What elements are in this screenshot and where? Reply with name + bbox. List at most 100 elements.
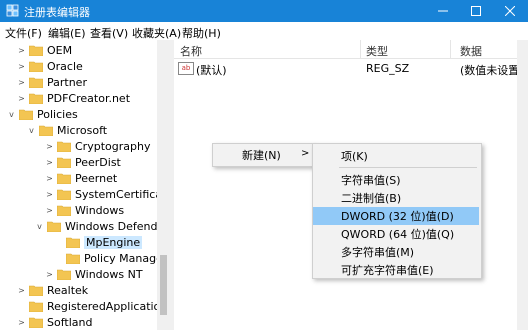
folder-icon: [66, 237, 80, 248]
value-name: (默认): [196, 64, 227, 77]
close-button[interactable]: [493, 0, 527, 22]
folder-icon: [47, 221, 61, 232]
maximize-button[interactable]: [459, 0, 493, 22]
folder-icon: [57, 141, 71, 152]
column-data[interactable]: 数据: [460, 43, 482, 59]
chevron-right-icon[interactable]: >: [45, 158, 54, 167]
tree-item[interactable]: MpEngine: [54, 234, 143, 250]
tree-item-label: Realtek: [47, 283, 89, 297]
submenu-item[interactable]: 项(K): [313, 147, 479, 165]
folder-icon: [57, 157, 71, 168]
menu-edit[interactable]: 编辑(E): [48, 25, 86, 41]
close-icon: [505, 6, 515, 16]
tree-item-label: PeerDist: [75, 155, 121, 169]
tree-item[interactable]: v Microsoft: [27, 122, 107, 138]
tree-item[interactable]: > Peernet: [45, 170, 117, 186]
tree-item[interactable]: > OEM: [17, 42, 72, 58]
chevron-down-icon[interactable]: v: [7, 110, 16, 119]
column-header: 名称 类型 数据: [174, 40, 528, 59]
chevron-right-icon[interactable]: >: [17, 62, 26, 71]
tree-scrollbar-thumb[interactable]: [160, 255, 167, 315]
column-divider[interactable]: [450, 40, 451, 58]
chevron-right-icon[interactable]: >: [17, 94, 26, 103]
submenu-item[interactable]: 多字符串值(M): [313, 243, 479, 261]
folder-icon: [57, 173, 71, 184]
tree-scrollbar[interactable]: [157, 40, 170, 330]
chevron-right-icon[interactable]: >: [17, 286, 26, 295]
folder-icon: [29, 61, 43, 72]
submenu-item-label: DWORD (32 位)值(D): [341, 210, 454, 223]
tree-item-label: RegisteredApplications: [47, 299, 170, 313]
submenu-item-label: QWORD (64 位)值(Q): [341, 228, 455, 241]
submenu-item-label: 可扩充字符串值(E): [341, 264, 434, 277]
submenu-item-label: 字符串值(S): [341, 174, 401, 187]
tree-item-label: Windows Defender: [65, 219, 169, 233]
submenu-item[interactable]: QWORD (64 位)值(Q): [313, 225, 479, 243]
tree-item[interactable]: > PDFCreator.net: [17, 90, 130, 106]
tree-item-label: Partner: [47, 75, 87, 89]
value-row[interactable]: ab (默认) REG_SZ (数值未设置): [174, 60, 528, 77]
folder-icon: [57, 189, 71, 200]
folder-icon: [29, 93, 43, 104]
chevron-right-icon[interactable]: >: [45, 142, 54, 151]
tree-item[interactable]: > SystemCertificates: [45, 186, 170, 202]
folder-icon: [66, 253, 80, 264]
tree-item[interactable]: v Windows Defender: [35, 218, 169, 234]
folder-icon: [29, 301, 43, 312]
minimize-button[interactable]: [426, 0, 460, 22]
submenu-item-label: 多字符串值(M): [341, 246, 415, 259]
menu-bar: 文件(F) 编辑(E) 查看(V) 收藏夹(A) 帮助(H): [0, 22, 528, 41]
tree-item[interactable]: > Windows: [45, 202, 124, 218]
tree-item[interactable]: > Partner: [17, 74, 87, 90]
folder-icon: [57, 269, 71, 280]
menu-item-new[interactable]: 新建(N) >: [213, 146, 313, 164]
chevron-right-icon[interactable]: >: [17, 46, 26, 55]
string-value-icon: ab: [178, 62, 194, 75]
folder-icon: [29, 77, 43, 88]
submenu-item[interactable]: 字符串值(S): [313, 171, 479, 189]
chevron-right-icon[interactable]: >: [17, 78, 26, 87]
tree-item-label: Peernet: [75, 171, 118, 185]
chevron-down-icon[interactable]: v: [35, 222, 44, 231]
menu-view[interactable]: 查看(V): [90, 25, 128, 41]
column-divider[interactable]: [360, 40, 361, 58]
menu-help[interactable]: 帮助(H): [182, 25, 221, 41]
chevron-right-icon[interactable]: >: [17, 318, 26, 327]
tree-item[interactable]: > Oracle: [17, 58, 83, 74]
maximize-icon: [471, 6, 481, 16]
tree-item[interactable]: Policy Manager: [54, 250, 167, 266]
column-type[interactable]: 类型: [366, 43, 388, 59]
tree-item-label: Cryptography: [75, 139, 151, 153]
tree-item[interactable]: > Windows NT: [45, 266, 142, 282]
column-name[interactable]: 名称: [180, 43, 202, 59]
submenu-item[interactable]: 可扩充字符串值(E): [313, 261, 479, 279]
submenu-arrow-icon: >: [301, 148, 310, 159]
tree-item[interactable]: > PeerDist: [45, 154, 121, 170]
chevron-right-icon[interactable]: >: [45, 190, 54, 199]
menu-file[interactable]: 文件(F): [5, 25, 42, 41]
tree-item-label: Oracle: [47, 59, 83, 73]
folder-icon: [19, 109, 33, 120]
new-submenu: 项(K) 字符串值(S) 二进制值(B) DWORD (32 位)值(D) QWORD …: [312, 143, 482, 279]
submenu-item[interactable]: 二进制值(B): [313, 189, 479, 207]
chevron-right-icon[interactable]: >: [45, 174, 54, 183]
tree-item-label: Microsoft: [57, 123, 108, 137]
minimize-icon: [438, 10, 448, 12]
tree-item[interactable]: v Policies: [7, 106, 78, 122]
tree-item-label: Windows: [75, 203, 125, 217]
tree-item[interactable]: > Realtek: [17, 282, 88, 298]
list-scrollbar[interactable]: [517, 40, 528, 330]
menu-favorites[interactable]: 收藏夹(A): [132, 25, 181, 41]
tree-item[interactable]: > Softland: [17, 314, 92, 330]
folder-icon: [29, 45, 43, 56]
chevron-right-icon[interactable]: >: [45, 270, 54, 279]
submenu-item-label: 项(K): [341, 150, 368, 163]
tree-item[interactable]: > Cryptography: [45, 138, 150, 154]
folder-icon: [29, 285, 43, 296]
chevron-down-icon[interactable]: v: [27, 126, 36, 135]
tree-item-label: Policies: [37, 107, 78, 121]
chevron-right-icon[interactable]: >: [45, 206, 54, 215]
submenu-item[interactable]: DWORD (32 位)值(D): [313, 207, 479, 225]
tree-item[interactable]: RegisteredApplications: [17, 298, 170, 314]
title-bar: 注册表编辑器: [0, 0, 528, 22]
